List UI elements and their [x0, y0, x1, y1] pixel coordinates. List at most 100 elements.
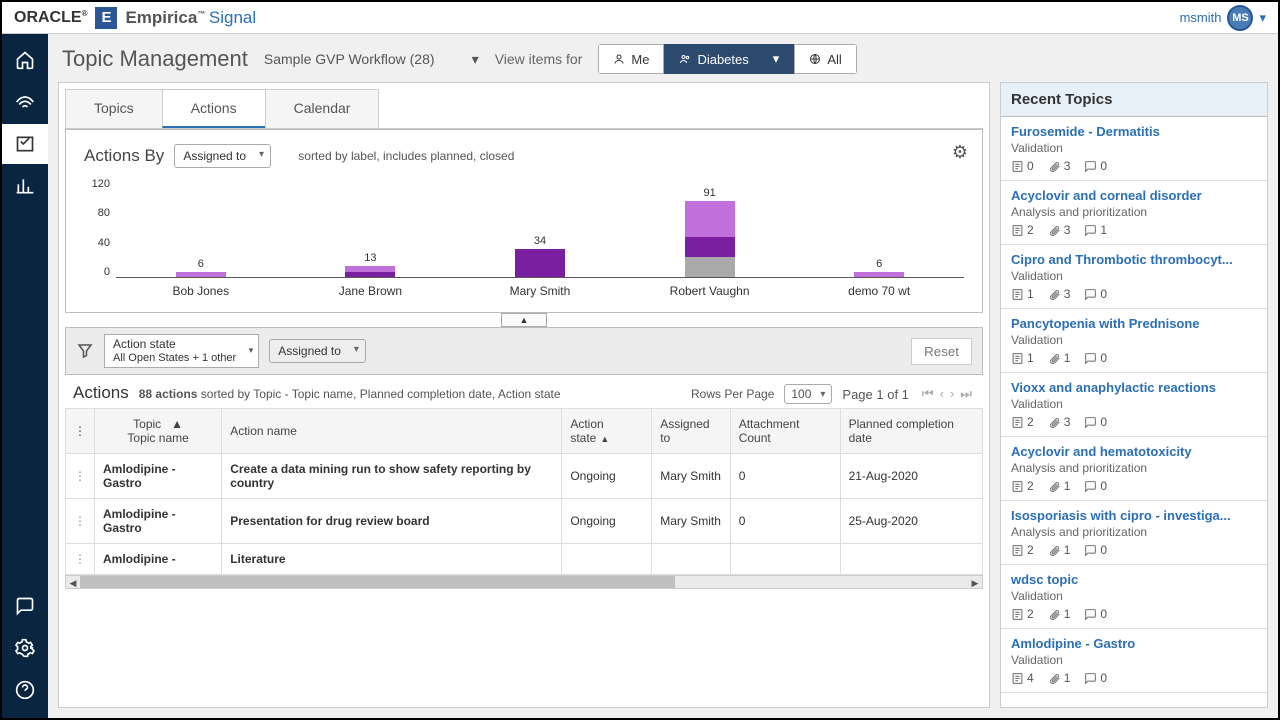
- cell-state: Ongoing: [562, 454, 652, 499]
- row-menu-icon[interactable]: ⋮: [66, 454, 95, 499]
- recent-topic-status: Analysis and prioritization: [1011, 525, 1257, 539]
- col-topic[interactable]: Topic ▲Topic name: [95, 409, 222, 454]
- feedback-icon[interactable]: [2, 586, 48, 626]
- cell-date: [840, 544, 982, 575]
- sidebar: [2, 34, 48, 718]
- recent-topic-status: Validation: [1011, 141, 1257, 155]
- row-menu-icon[interactable]: ⋮: [66, 544, 95, 575]
- reset-button[interactable]: Reset: [911, 338, 972, 365]
- chart-bars: 6 13 34 91 6: [116, 178, 964, 278]
- table-hscroll[interactable]: ◀▶: [65, 575, 983, 589]
- table-row[interactable]: ⋮ Amlodipine - Literature: [66, 544, 983, 575]
- recent-topic-name: Acyclovir and hematotoxicity: [1011, 444, 1257, 459]
- chart-expand-handle[interactable]: ▲: [65, 311, 983, 327]
- recent-topic-name: Cipro and Thrombotic thrombocyt...: [1011, 252, 1257, 267]
- recent-topic-name: Isosporiasis with cipro - investiga...: [1011, 508, 1257, 523]
- rows-per-page-label: Rows Per Page: [691, 387, 774, 401]
- col-action-state[interactable]: Action state▲: [562, 409, 652, 454]
- recent-topic-counts: 030: [1011, 159, 1257, 173]
- recent-topic-item[interactable]: Vioxx and anaphylactic reactions Validat…: [1001, 373, 1267, 437]
- empirica-icon: E: [95, 7, 117, 29]
- chart-title: Actions By: [84, 146, 164, 166]
- cell-topic: Amlodipine -: [95, 544, 222, 575]
- settings-icon[interactable]: [2, 628, 48, 668]
- recent-topic-item[interactable]: Pancytopenia with Prednisone Validation …: [1001, 309, 1267, 373]
- col-planned[interactable]: Planned completion date: [840, 409, 982, 454]
- cell-state: Ongoing: [562, 499, 652, 544]
- table-row[interactable]: ⋮ Amlodipine - Gastro Presentation for d…: [66, 499, 983, 544]
- workflow-select[interactable]: Sample GVP Workflow (28) ▾: [264, 51, 479, 68]
- recent-topic-item[interactable]: Furosemide - Dermatitis Validation 030: [1001, 117, 1267, 181]
- cell-attach: 0: [730, 499, 840, 544]
- recent-topic-item[interactable]: Acyclovir and hematotoxicity Analysis an…: [1001, 437, 1267, 501]
- user-avatar: MS: [1227, 5, 1253, 31]
- recent-topic-name: Pancytopenia with Prednisone: [1011, 316, 1257, 331]
- recent-topic-counts: 231: [1011, 223, 1257, 237]
- main-panel: Topics Actions Calendar ⚙ Actions By Ass…: [58, 82, 990, 708]
- view-workgroup-button[interactable]: Diabetes ▾: [664, 44, 794, 74]
- recent-topic-counts: 210: [1011, 607, 1257, 621]
- actions-table: ⋮ Topic ▲Topic name Action name Action s…: [65, 408, 983, 575]
- chart-settings-icon[interactable]: ⚙: [952, 142, 968, 163]
- rows-per-page-select[interactable]: 100: [784, 384, 832, 404]
- recent-topic-name: Acyclovir and corneal disorder: [1011, 188, 1257, 203]
- cell-date: 25-Aug-2020: [840, 499, 982, 544]
- recent-topics-panel: Recent Topics Furosemide - Dermatitis Va…: [1000, 82, 1268, 708]
- actions-subtitle: 88 actions sorted by Topic - Topic name,…: [139, 387, 561, 401]
- col-attachment[interactable]: Attachment Count: [730, 409, 840, 454]
- recent-topic-status: Validation: [1011, 589, 1257, 603]
- recent-topic-name: Vioxx and anaphylactic reactions: [1011, 380, 1257, 395]
- recent-topic-status: Validation: [1011, 269, 1257, 283]
- top-bar: ORACLE® E Empirica™ Signal msmith MS ▾: [2, 2, 1278, 34]
- recent-topic-counts: 110: [1011, 351, 1257, 365]
- recent-topic-name: Furosemide - Dermatitis: [1011, 124, 1257, 139]
- table-row[interactable]: ⋮ Amlodipine - Gastro Create a data mini…: [66, 454, 983, 499]
- analytics-icon[interactable]: [2, 166, 48, 206]
- filter-action-state[interactable]: Action state All Open States + 1 other: [104, 334, 259, 368]
- cell-topic: Amlodipine - Gastro: [95, 454, 222, 499]
- filter-icon[interactable]: [76, 342, 94, 360]
- cell-attach: 0: [730, 454, 840, 499]
- signal-icon[interactable]: [2, 82, 48, 122]
- recent-topic-item[interactable]: Cipro and Thrombotic thrombocyt... Valid…: [1001, 245, 1267, 309]
- recent-topic-item[interactable]: Isosporiasis with cipro - investiga... A…: [1001, 501, 1267, 565]
- recent-topic-status: Validation: [1011, 653, 1257, 667]
- view-items-label: View items for: [495, 51, 583, 67]
- chart-groupby-select[interactable]: Assigned to: [174, 144, 271, 168]
- recent-topic-item[interactable]: wdsc topic Validation 210: [1001, 565, 1267, 629]
- recent-topic-counts: 130: [1011, 287, 1257, 301]
- chart-xaxis: Bob Jones Jane Brown Mary Smith Robert V…: [116, 284, 964, 298]
- recent-topic-status: Validation: [1011, 397, 1257, 411]
- help-icon[interactable]: [2, 670, 48, 710]
- row-menu-icon[interactable]: ⋮: [66, 499, 95, 544]
- pagination[interactable]: ⏮‹›⏭: [919, 386, 975, 402]
- tab-topics[interactable]: Topics: [65, 89, 163, 128]
- col-menu[interactable]: ⋮: [66, 409, 95, 454]
- col-action-name[interactable]: Action name: [222, 409, 562, 454]
- username: msmith: [1180, 10, 1222, 25]
- actions-title: Actions: [73, 383, 129, 403]
- cell-assignee: Mary Smith: [652, 454, 731, 499]
- oracle-logo: ORACLE®: [14, 9, 87, 27]
- recent-topic-name: Amlodipine - Gastro: [1011, 636, 1257, 651]
- user-menu[interactable]: msmith MS ▾: [1180, 5, 1266, 31]
- view-all-button[interactable]: All: [794, 44, 856, 74]
- filter-bar: Action state All Open States + 1 other A…: [65, 327, 983, 375]
- chevron-down-icon: ▾: [1259, 10, 1266, 26]
- topic-icon[interactable]: [2, 124, 48, 164]
- filter-assigned-to[interactable]: Assigned to: [269, 339, 366, 363]
- recent-topic-item[interactable]: Amlodipine - Gastro Validation 410: [1001, 629, 1267, 693]
- chart-panel: ⚙ Actions By Assigned to sorted by label…: [65, 129, 983, 313]
- col-assigned-to[interactable]: Assigned to: [652, 409, 731, 454]
- cell-assignee: [652, 544, 731, 575]
- view-me-button[interactable]: Me: [598, 44, 664, 74]
- home-icon[interactable]: [2, 40, 48, 80]
- recent-topic-item[interactable]: Acyclovir and corneal disorder Analysis …: [1001, 181, 1267, 245]
- recent-topic-counts: 210: [1011, 543, 1257, 557]
- recent-topic-counts: 410: [1011, 671, 1257, 685]
- page-title: Topic Management: [62, 46, 248, 72]
- recent-topics-title: Recent Topics: [1001, 83, 1267, 117]
- tab-calendar[interactable]: Calendar: [265, 89, 380, 128]
- chart-note: sorted by label, includes planned, close…: [298, 149, 514, 163]
- tab-actions[interactable]: Actions: [162, 89, 266, 128]
